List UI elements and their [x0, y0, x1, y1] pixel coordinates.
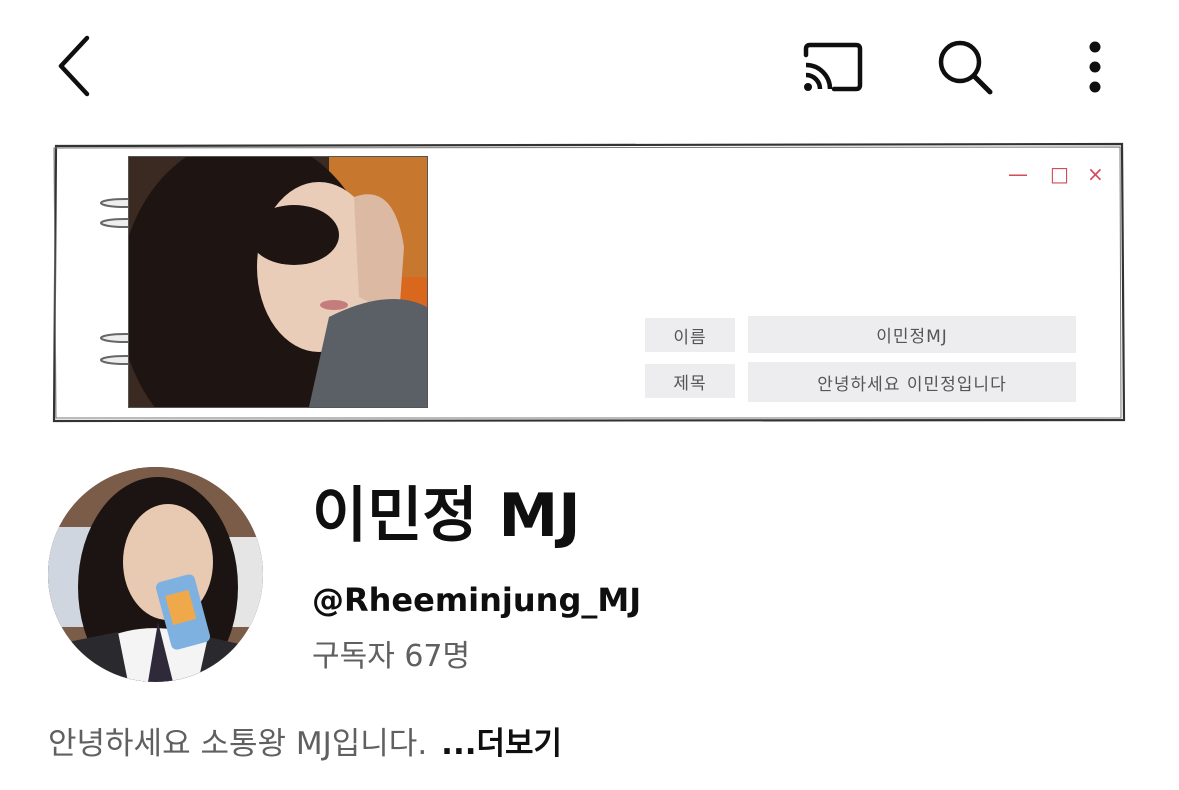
banner-name-value: 이민정MJ [748, 316, 1076, 353]
more-vertical-icon [1089, 41, 1101, 93]
channel-name: 이민정 MJ [312, 481, 581, 551]
channel-description[interactable]: 안녕하세요 소통왕 MJ입니다. ...더보기 [48, 722, 562, 766]
cast-button[interactable] [792, 32, 872, 102]
channel-handle: @Rheeminjung_MJ [312, 581, 642, 619]
channel-banner: — □ × 이름 이민정MJ 제목 안녕하세요 이민정입니다 [50, 140, 1128, 425]
top-app-bar [0, 0, 1179, 130]
description-text: 안녕하세요 소통왕 MJ입니다. [48, 726, 428, 762]
banner-photo [128, 156, 428, 408]
subscriber-count: 구독자 67명 [312, 639, 471, 674]
back-button[interactable] [40, 30, 110, 102]
search-button[interactable] [925, 32, 1005, 102]
more-options-button[interactable] [1065, 32, 1125, 102]
channel-avatar[interactable] [48, 467, 263, 682]
minimize-icon: — [1008, 162, 1028, 186]
maximize-icon: □ [1050, 162, 1069, 186]
search-icon [938, 40, 993, 95]
cast-icon [803, 42, 863, 92]
banner-title-value: 안녕하세요 이민정입니다 [748, 362, 1076, 402]
banner-name-label: 이름 [645, 318, 735, 352]
close-icon: × [1087, 162, 1104, 186]
banner-title-label: 제목 [645, 364, 735, 398]
chevron-left-icon [58, 35, 90, 97]
more-button[interactable]: ...더보기 [441, 726, 562, 762]
